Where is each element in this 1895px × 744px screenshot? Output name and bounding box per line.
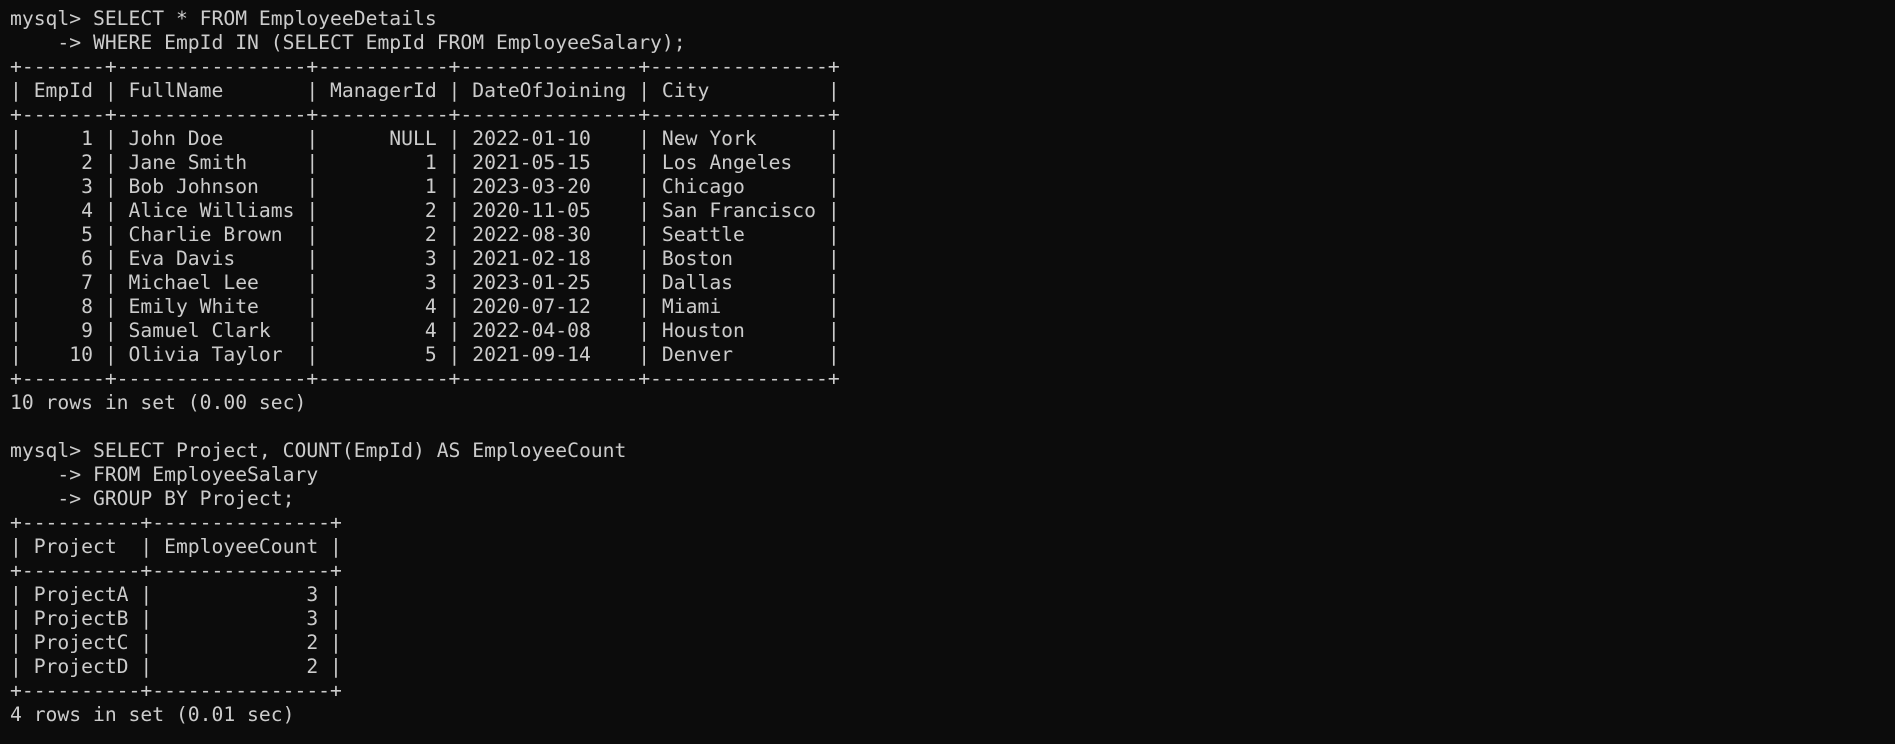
table2-border-header: +----------+---------------+	[10, 559, 342, 582]
table1-header-row: | EmpId | FullName | ManagerId | DateOfJ…	[10, 79, 840, 102]
table2-header-row: | Project | EmployeeCount |	[10, 535, 342, 558]
table1-row: | 4 | Alice Williams | 2 | 2020-11-05 | …	[10, 199, 840, 222]
query1-continuation-line: -> WHERE EmpId IN (SELECT EmpId FROM Emp…	[10, 31, 686, 54]
query1-result-summary: 10 rows in set (0.00 sec)	[10, 391, 307, 414]
table2-row: | ProjectA | 3 |	[10, 583, 342, 606]
table1-border-top: +-------+----------------+-----------+--…	[10, 55, 840, 78]
table1-row: | 8 | Emily White | 4 | 2020-07-12 | Mia…	[10, 295, 840, 318]
table2-row: | ProjectD | 2 |	[10, 655, 342, 678]
query2-continuation-line: -> GROUP BY Project;	[10, 487, 295, 510]
table1-row: | 2 | Jane Smith | 1 | 2021-05-15 | Los …	[10, 151, 840, 174]
table1-row: | 9 | Samuel Clark | 4 | 2022-04-08 | Ho…	[10, 319, 840, 342]
query2-prompt-line: mysql> SELECT Project, COUNT(EmpId) AS E…	[10, 439, 627, 462]
table1-row: | 5 | Charlie Brown | 2 | 2022-08-30 | S…	[10, 223, 840, 246]
query1-prompt-line: mysql> SELECT * FROM EmployeeDetails	[10, 7, 437, 30]
table1-row: | 3 | Bob Johnson | 1 | 2023-03-20 | Chi…	[10, 175, 840, 198]
query2-result-summary: 4 rows in set (0.01 sec)	[10, 703, 295, 726]
table2-row: | ProjectC | 2 |	[10, 631, 342, 654]
table1-border-header: +-------+----------------+-----------+--…	[10, 103, 840, 126]
table2-border-bottom: +----------+---------------+	[10, 679, 342, 702]
table1-row: | 7 | Michael Lee | 3 | 2023-01-25 | Dal…	[10, 271, 840, 294]
table1-row: | 10 | Olivia Taylor | 5 | 2021-09-14 | …	[10, 343, 840, 366]
table2-border-top: +----------+---------------+	[10, 511, 342, 534]
table2-row: | ProjectB | 3 |	[10, 607, 342, 630]
terminal-output[interactable]: mysql> SELECT * FROM EmployeeDetails -> …	[0, 0, 1895, 744]
table1-border-bottom: +-------+----------------+-----------+--…	[10, 367, 840, 390]
table1-row: | 1 | John Doe | NULL | 2022-01-10 | New…	[10, 127, 840, 150]
query2-continuation-line: -> FROM EmployeeSalary	[10, 463, 319, 486]
table1-row: | 6 | Eva Davis | 3 | 2021-02-18 | Bosto…	[10, 247, 840, 270]
